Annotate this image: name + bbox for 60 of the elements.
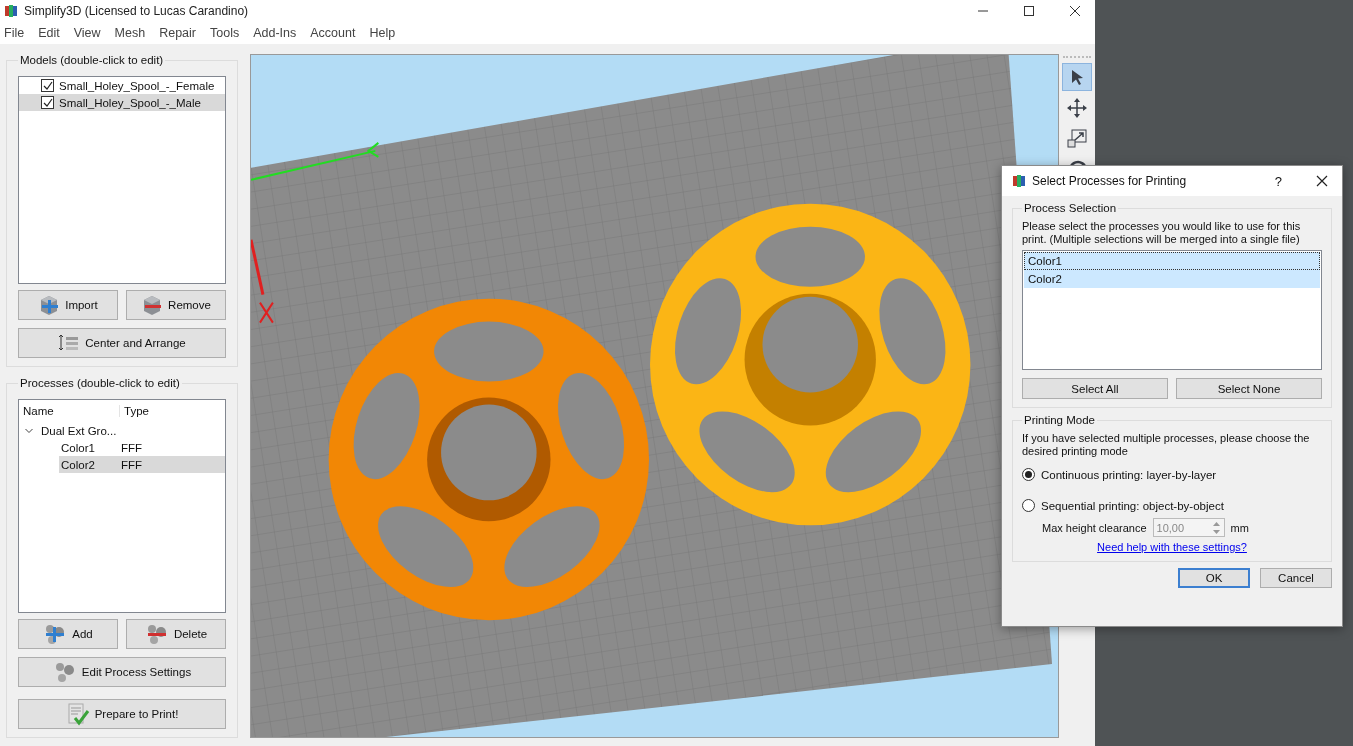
process-item[interactable]: Color2 [1024, 270, 1320, 288]
dialog-button[interactable]: Cancel [1260, 568, 1332, 588]
toolbar-button[interactable]: Delete [126, 619, 226, 649]
close-icon[interactable] [1316, 175, 1328, 187]
panel-title: Models (double-click to edit) [19, 54, 165, 66]
check-icon [42, 80, 53, 91]
unit-label: mm [1230, 521, 1249, 534]
menu-item[interactable]: Add-Ins [253, 26, 297, 40]
process-row[interactable]: Color1 FFF [59, 439, 225, 456]
process-row[interactable]: Color2 FFF [59, 456, 225, 473]
toolbar-button[interactable]: Prepare to Print! [18, 699, 226, 729]
toolbar-button[interactable]: Import [18, 290, 118, 320]
checklist-icon [65, 702, 90, 726]
radio-label[interactable]: Sequential printing: object-by-object [1041, 499, 1224, 512]
maximize-icon[interactable] [1023, 5, 1035, 17]
help-link[interactable]: Need help with these settings? [1097, 541, 1247, 553]
model-item[interactable]: Small_Holey_Spool_-_Male [19, 94, 225, 111]
menu-item[interactable]: Repair [159, 26, 196, 40]
app-logo-icon [1012, 174, 1026, 188]
menu-item[interactable]: Account [310, 26, 356, 40]
panel-title: Process Selection [1023, 202, 1118, 214]
app-logo-icon [4, 4, 18, 18]
resize-icon [1066, 128, 1088, 150]
column-header[interactable]: Name [19, 405, 120, 417]
toolbar-button[interactable]: Edit Process Settings [18, 657, 226, 687]
panel-title: Processes (double-click to edit) [19, 377, 181, 389]
arrange-icon [58, 334, 81, 352]
field-label: Max height clearance [1042, 521, 1147, 534]
menu-item[interactable]: Help [369, 26, 396, 40]
cube-icon [141, 294, 164, 316]
radio-button[interactable] [1022, 499, 1035, 512]
toolbar-button[interactable]: Add [18, 619, 118, 649]
column-header[interactable]: Type [120, 405, 149, 417]
expand-caret-icon[interactable] [25, 427, 33, 434]
move-icon [1066, 97, 1088, 119]
tool-button[interactable] [1062, 63, 1092, 91]
menu-item[interactable]: Edit [38, 26, 60, 40]
check-icon [42, 97, 53, 108]
radio-label[interactable]: Continuous printing: layer-by-layer [1041, 468, 1217, 481]
toolbar-button[interactable]: Remove [126, 290, 226, 320]
close-icon[interactable] [1069, 5, 1081, 17]
instructions-text: Please select the processes you would like to use for this print. (Multiple selections will be merged into a single file) [1022, 220, 1302, 246]
tree-group[interactable]: Dual Ext Gro... [41, 424, 117, 437]
dialog-button[interactable]: OK [1178, 568, 1250, 588]
select-button[interactable]: Select None [1176, 378, 1322, 399]
select-button[interactable]: Select All [1022, 378, 1168, 399]
toolbar-button[interactable]: Center and Arrange [18, 328, 226, 358]
panel-title: Printing Mode [1023, 414, 1096, 426]
menu-item[interactable]: File [4, 26, 25, 40]
window-title: Simplify3D (Licensed to Lucas Carandino) [24, 4, 249, 18]
menu-item[interactable]: View [73, 26, 101, 40]
menu-item[interactable]: Mesh [114, 26, 146, 40]
radio-button[interactable] [1022, 468, 1035, 481]
help-button[interactable]: ? [1274, 173, 1282, 189]
menu-item[interactable]: Tools [210, 26, 240, 40]
cube-icon [38, 294, 61, 316]
model-item[interactable]: Small_Holey_Spool_-_Female [19, 77, 225, 94]
dialog-title: Select Processes for Printing [1032, 174, 1187, 188]
process-item[interactable]: Color1 [1024, 252, 1320, 270]
instructions-text: If you have selected multiple processes, please choose the desired printing mode [1022, 432, 1311, 458]
